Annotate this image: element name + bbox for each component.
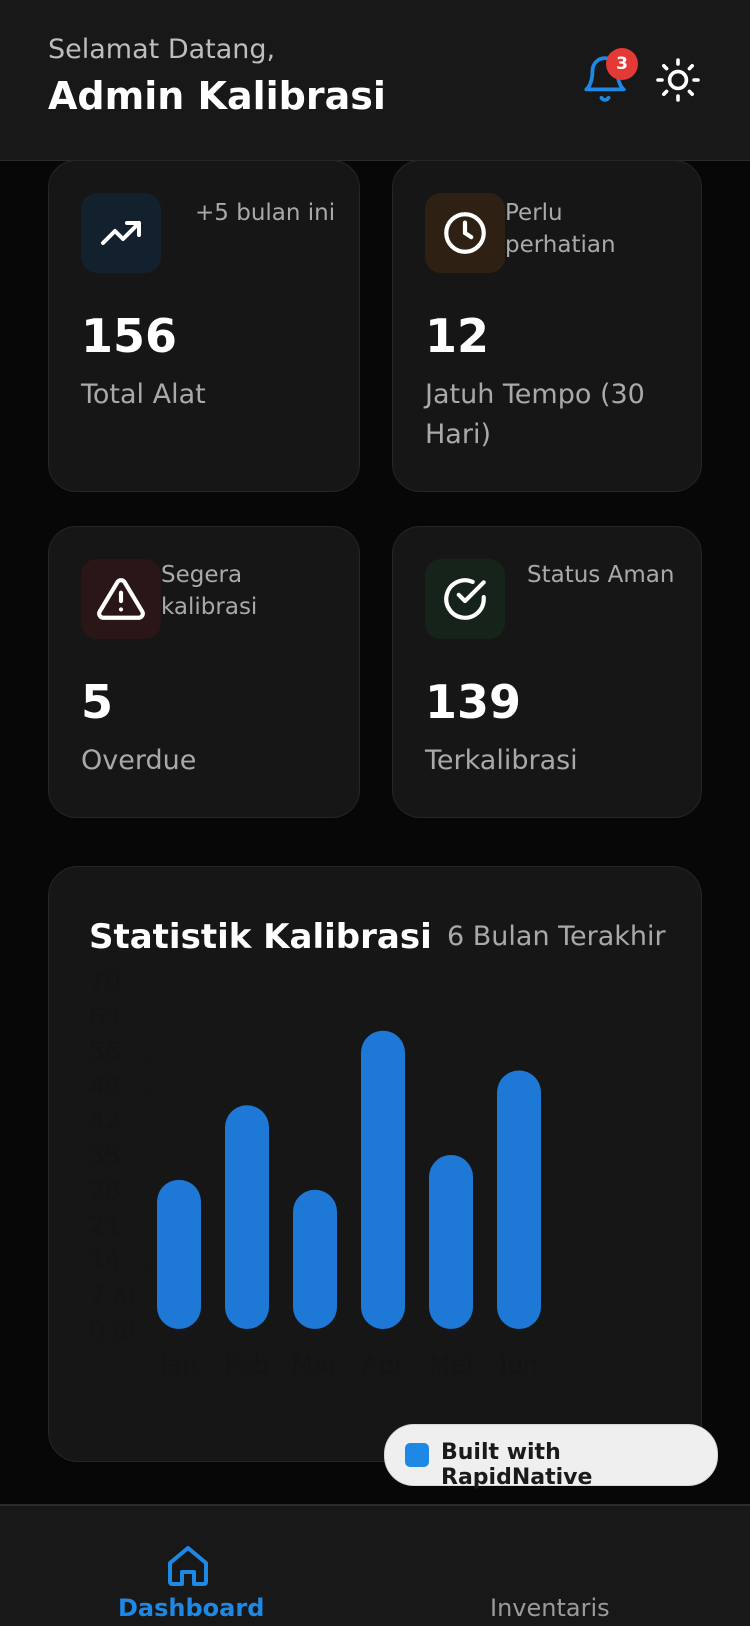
stat-label: Total Alat xyxy=(81,379,206,410)
y-tick-label: 7 al... xyxy=(89,1280,159,1309)
bar-feb[interactable] xyxy=(225,1105,269,1329)
sun-icon[interactable] xyxy=(654,56,702,104)
x-tick-label: Feb xyxy=(225,1350,269,1379)
stat-label: Overdue xyxy=(81,745,197,776)
check-circle-icon-box xyxy=(425,559,505,639)
chart-card: Statistik Kalibrasi 6 Bulan Terakhir 0 a… xyxy=(48,866,702,1462)
stat-label: Jatuh Tempo (30 Hari) xyxy=(425,379,645,450)
bottom-nav: Dashboard Inventaris xyxy=(0,1504,750,1626)
y-tick-label: 42 ... xyxy=(89,1106,153,1135)
y-tick-label: 0 al... xyxy=(89,1315,159,1344)
built-with-badge[interactable]: Built with RapidNative xyxy=(384,1424,718,1490)
built-with-label: Built with RapidNative xyxy=(441,1440,593,1490)
greeting-text: Selamat Datang, xyxy=(48,34,276,65)
bar-mar[interactable] xyxy=(293,1189,337,1329)
stat-value: 156 xyxy=(81,309,178,363)
warning-icon xyxy=(97,578,145,620)
stat-hint: Perlu perhatian xyxy=(505,200,616,258)
user-name: Admin Kalibrasi xyxy=(48,74,386,118)
stat-card-total-alat[interactable]: +5 bulan ini 156 Total Alat xyxy=(48,160,360,492)
x-tick-label: Mar xyxy=(291,1350,339,1379)
y-tick-label: 49 ... xyxy=(89,1071,153,1100)
stat-hint: +5 bulan ini xyxy=(195,200,336,226)
stat-card-jatuh-tempo[interactable]: Perlu perhatian 12 Jatuh Tempo (30 Hari) xyxy=(392,160,702,492)
y-tick-label: 63 ... xyxy=(89,1002,153,1031)
bar-apr[interactable] xyxy=(361,1030,405,1329)
x-tick-label: Jun xyxy=(497,1350,538,1379)
x-tick-label: Jan xyxy=(158,1350,199,1379)
stat-hint: Segera kalibrasi xyxy=(161,562,258,620)
stat-value: 5 xyxy=(81,675,114,729)
y-tick-label: 35 ... xyxy=(89,1141,153,1170)
warning-icon-box xyxy=(81,559,161,639)
stat-value: 12 xyxy=(425,309,490,363)
stat-hint: Status Aman xyxy=(527,562,675,588)
clock-icon-box xyxy=(425,193,505,273)
notification-badge: 3 xyxy=(606,48,638,80)
rapidnative-logo-icon xyxy=(405,1443,429,1467)
bar-mei[interactable] xyxy=(429,1155,473,1329)
y-tick-label: 28 ... xyxy=(89,1176,153,1205)
y-tick-label: 56 ... xyxy=(89,1037,153,1066)
clock-icon xyxy=(444,212,486,254)
bar-chart: 0 al... 7 al... 14 ... 21 ... 28 ... 35 ... 42… xyxy=(89,967,541,1379)
y-tick-label: 21 ... xyxy=(89,1211,153,1240)
stat-card-terkalibrasi[interactable]: Status Aman 139 Terkalibrasi xyxy=(392,526,702,818)
stat-value: 139 xyxy=(425,675,522,729)
stat-card-overdue[interactable]: Segera kalibrasi 5 Overdue xyxy=(48,526,360,818)
app-header: Selamat Datang, Admin Kalibrasi 3 xyxy=(0,0,750,161)
home-icon[interactable] xyxy=(164,1542,212,1590)
trending-up-icon-box xyxy=(81,193,161,273)
x-tick-label: Mei xyxy=(429,1350,473,1379)
nav-item-dashboard[interactable]: Dashboard xyxy=(118,1594,264,1622)
y-tick-label: 70 ... xyxy=(89,967,153,996)
x-tick-label: Apr xyxy=(361,1350,405,1379)
trending-up-icon xyxy=(101,221,141,245)
stat-label: Terkalibrasi xyxy=(425,745,578,776)
y-tick-label: 14 ... xyxy=(89,1245,153,1274)
bar-jun[interactable] xyxy=(497,1070,541,1329)
check-circle-icon xyxy=(444,578,486,620)
bar-jan[interactable] xyxy=(157,1179,201,1329)
nav-item-inventaris[interactable]: Inventaris xyxy=(490,1594,610,1622)
